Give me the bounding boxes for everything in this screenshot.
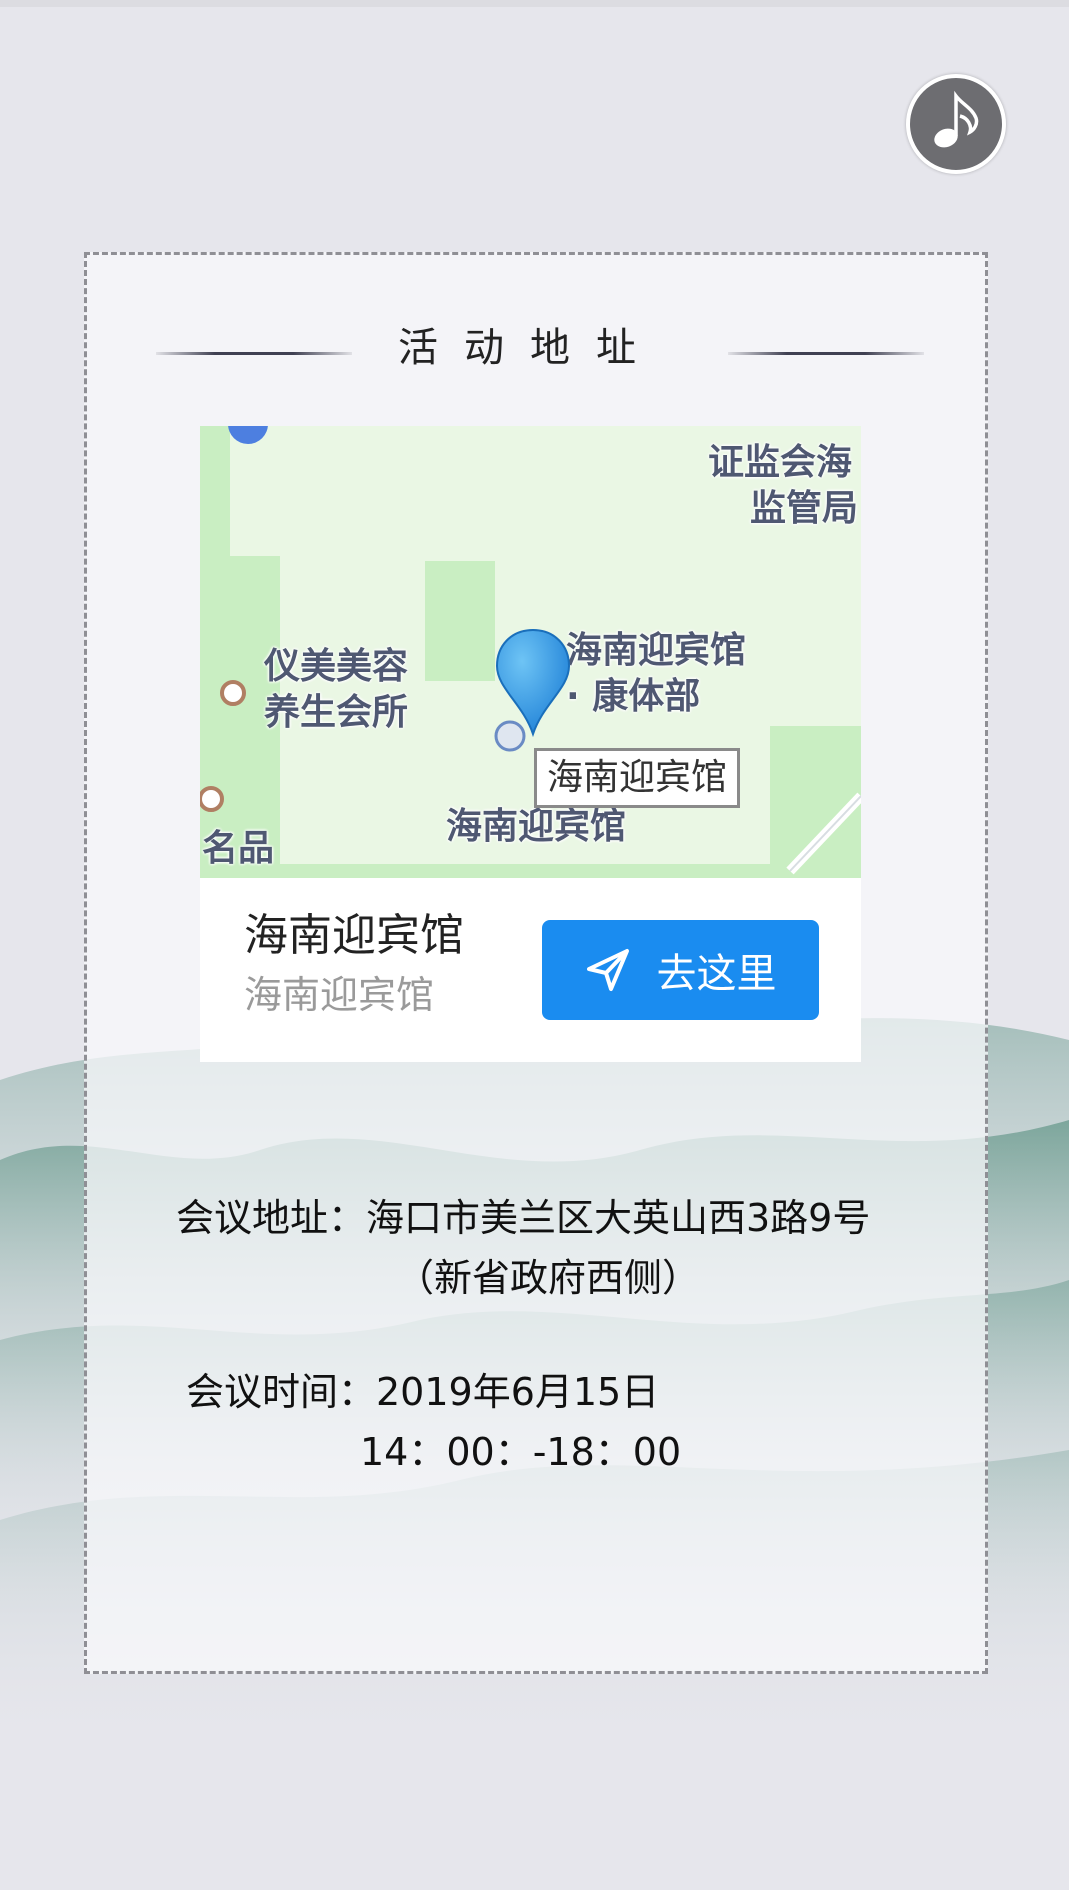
navigate-button[interactable]: 去这里 [542,920,819,1020]
map-label: · 康体部 [566,676,701,717]
map-label: 监管局 [750,488,859,529]
meeting-date: 会议时间：2019年6月15日 [186,1370,660,1414]
paper-plane-icon [585,947,631,993]
map-label: 海南迎宾馆 [566,630,747,671]
map-view[interactable]: 证监会海 监管局 仪美美容 养生会所 海南迎宾馆 · 康体部 海南迎宾馆 名品 [200,426,861,878]
title-divider-right [728,352,924,355]
map-pin-icon [495,628,571,738]
place-subtitle: 海南迎宾馆 [244,973,435,1017]
place-panel: 海南迎宾馆 海南迎宾馆 去这里 [200,878,861,1062]
map-label: 海南迎宾馆 [446,806,627,847]
music-note-icon [928,90,984,158]
map-label: 仪美美容 [264,646,409,687]
meeting-time: 14：00：-18：00 [360,1430,682,1474]
meeting-address-note: （新省政府西侧） [396,1256,701,1300]
map-label: 养生会所 [264,692,409,733]
title-divider-left [156,352,352,355]
poi-marker [220,680,246,706]
status-strip [0,0,1069,7]
section-title: 活动地址 [398,325,662,371]
navigate-button-label: 去这里 [656,951,777,997]
map-label: 名品 [202,828,275,869]
place-name: 海南迎宾馆 [244,910,464,961]
meeting-address: 会议地址：海口市美兰区大英山西3路9号 [176,1196,871,1240]
map-callout-label: 海南迎宾馆 [534,748,741,808]
map-label: 证监会海 [708,442,853,483]
music-toggle-button[interactable] [906,74,1006,174]
